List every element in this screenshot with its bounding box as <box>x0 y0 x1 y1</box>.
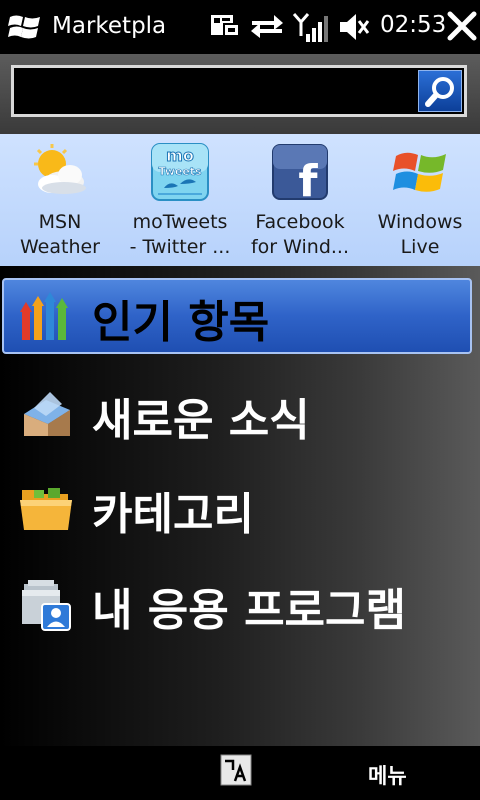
search-icon <box>425 77 454 107</box>
search-area <box>0 54 480 134</box>
weather-icon <box>34 144 86 194</box>
featured-app-msn-weather[interactable]: MSN Weather <box>0 134 120 266</box>
search-input[interactable] <box>18 72 422 114</box>
signal-strength-icon <box>292 13 328 42</box>
menu-softkey[interactable]: 메뉴 <box>368 760 407 790</box>
main-menu: 인기 항목 새로운 소식 카테고리 내 응용 프로그램 <box>0 266 480 746</box>
new-box-icon <box>24 392 70 436</box>
close-icon[interactable] <box>446 10 478 42</box>
folder-icon <box>20 488 72 530</box>
menu-item-label: 새로운 소식 <box>92 395 310 446</box>
svg-text:Tweets: Tweets <box>158 165 202 178</box>
menu-item-label: 카테고리 <box>92 489 254 540</box>
featured-apps-strip: MSN Weather mo Tweets moTweets - Twitter… <box>0 134 480 268</box>
clock: 02:53 <box>380 12 447 38</box>
app-name: Facebook for Wind... <box>250 211 350 258</box>
app-name: MSN Weather <box>20 211 100 258</box>
svg-text:mo: mo <box>166 146 194 165</box>
connectivity-icon <box>211 15 240 37</box>
search-box <box>11 65 467 117</box>
app-name: Windows Live <box>377 211 463 258</box>
search-button[interactable] <box>418 70 462 112</box>
featured-app-motweets[interactable]: mo Tweets moTweets - Twitter ... <box>120 134 240 266</box>
motweets-icon: mo Tweets <box>151 143 209 201</box>
input-method-icon[interactable] <box>220 754 252 786</box>
featured-app-facebook[interactable]: f Facebook for Wind... <box>240 134 360 266</box>
menu-item-my-apps[interactable]: 내 응용 프로그램 <box>0 562 480 648</box>
menu-item-categories[interactable]: 카테고리 <box>0 466 480 552</box>
svg-text:f: f <box>298 156 318 202</box>
facebook-icon: f <box>272 144 328 202</box>
app-name: moTweets - Twitter ... <box>129 211 231 258</box>
windows-start-icon[interactable] <box>8 12 42 42</box>
menu-item-label: 내 응용 프로그램 <box>92 585 406 636</box>
my-apps-icon <box>22 580 71 631</box>
speaker-muted-icon <box>340 14 370 40</box>
windows-live-icon <box>393 152 446 192</box>
data-transfer-icon <box>251 15 283 38</box>
soft-key-bar: 메뉴 <box>0 746 480 800</box>
popular-chart-icon <box>20 292 68 340</box>
menu-item-popular[interactable]: 인기 항목 <box>0 266 480 354</box>
status-bar: Marketpla 02:53 <box>0 0 480 54</box>
app-title: Marketpla <box>52 13 167 39</box>
menu-item-label: 인기 항목 <box>92 297 270 348</box>
featured-app-windows-live[interactable]: Windows Live <box>360 134 480 266</box>
menu-item-new[interactable]: 새로운 소식 <box>0 368 480 454</box>
